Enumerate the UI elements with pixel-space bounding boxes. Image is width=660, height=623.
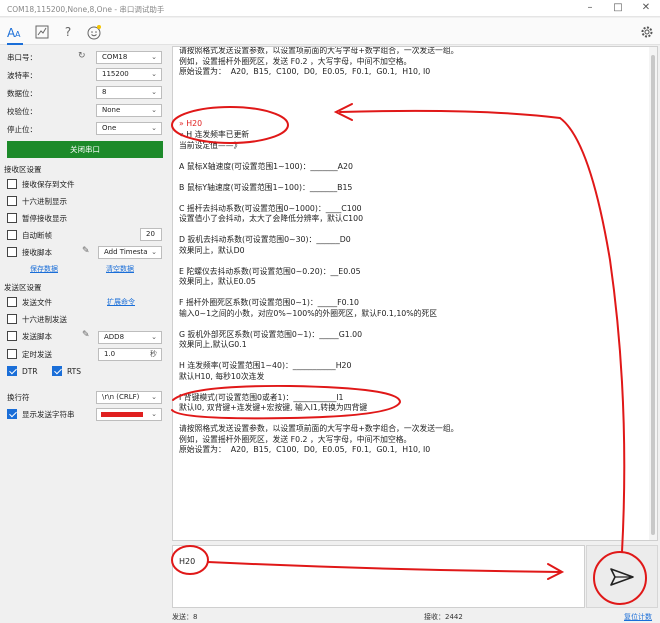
maximize-icon[interactable]: □	[604, 0, 632, 16]
receive-scrollbar[interactable]	[649, 47, 657, 540]
rts-checkbox[interactable]	[52, 366, 62, 376]
settings-gear-icon[interactable]	[638, 23, 656, 41]
minimize-icon[interactable]: –	[576, 0, 604, 16]
sent-echo-line: » H20	[179, 119, 203, 128]
baud-select[interactable]: 115200 ⌄	[96, 68, 162, 81]
send-script-option[interactable]: 发送脚本	[7, 329, 52, 343]
chart-icon[interactable]	[33, 23, 51, 41]
recv-pause-option[interactable]: 暂停接收显示	[7, 211, 67, 225]
port-row: 串口号：	[7, 50, 37, 64]
smiley-icon[interactable]	[85, 23, 103, 41]
recv-section-title: 接收区设置	[4, 165, 42, 174]
save-data-link[interactable]: 保存数据	[30, 264, 58, 274]
send-hex-checkbox[interactable]	[7, 314, 17, 324]
recv-hex-option[interactable]: 十六进制显示	[7, 194, 67, 208]
recv-pause-checkbox[interactable]	[7, 213, 17, 223]
stopbits-label: 停止位：	[7, 124, 37, 134]
dtr-checkbox[interactable]	[7, 366, 17, 376]
left-settings-panel: 串口号： ↻ COM18 ⌄ 波特率： 115200 ⌄ 数据位： 8 ⌄ 校验位： …	[0, 46, 170, 623]
send-hex-option[interactable]: 十六进制发送	[7, 312, 67, 326]
send-script-checkbox[interactable]	[7, 331, 17, 341]
send-file-option[interactable]: 发送文件	[7, 295, 52, 309]
show-send-checkbox[interactable]	[7, 409, 17, 419]
send-script-edit-icon[interactable]: ✎	[82, 330, 90, 340]
show-send-option[interactable]: 显示发送字符串	[7, 407, 75, 421]
send-plane-icon	[610, 567, 634, 586]
extend-command-link[interactable]: 扩展命令	[107, 297, 135, 307]
svg-text:A: A	[15, 30, 21, 39]
receive-header-text: 请按照格式发送设置参数，以设置项前面的大写字母+数字组合，一次发送一组。 例如，…	[179, 46, 459, 76]
help-icon[interactable]: ?	[59, 23, 77, 41]
port-label: 串口号：	[7, 52, 37, 62]
recv-save-file-option[interactable]: 接收保存到文件	[7, 177, 75, 191]
rts-option[interactable]: RTS	[52, 364, 81, 378]
auto-break-option[interactable]: 自动断帧	[7, 228, 52, 242]
clear-data-link[interactable]: 清空数据	[106, 264, 134, 274]
auto-break-checkbox[interactable]	[7, 230, 17, 240]
baud-label: 波特率：	[7, 70, 37, 80]
timed-send-option[interactable]: 定时发送	[7, 347, 52, 361]
send-script-select[interactable]: ADD8 ⌄	[98, 331, 162, 344]
send-input-area[interactable]: H20	[172, 545, 585, 608]
send-input-value: H20	[179, 557, 196, 566]
stopbits-select[interactable]: One ⌄	[96, 122, 162, 135]
status-bar: 发送：8 接收：2442 复位计数	[172, 611, 660, 623]
toolbar: AA ?	[0, 18, 660, 45]
newline-label: 换行符	[7, 392, 30, 402]
auto-break-input[interactable]: 20	[140, 228, 162, 241]
send-color-select[interactable]: ⌄	[96, 408, 162, 421]
title-bar: COM18,115200,None,8,One - 串口调试助手 – □ ✕	[0, 0, 660, 17]
window-title: COM18,115200,None,8,One - 串口调试助手	[7, 5, 165, 14]
received-count: 接收：2442	[424, 613, 463, 621]
timed-send-checkbox[interactable]	[7, 349, 17, 359]
send-section-title: 发送区设置	[4, 283, 42, 292]
dtr-option[interactable]: DTR	[7, 364, 38, 378]
font-icon[interactable]: AA	[6, 23, 24, 45]
newline-select[interactable]: \r\n (CRLF) ⌄	[96, 391, 162, 404]
recv-script-edit-icon[interactable]: ✎	[82, 246, 90, 256]
recv-save-file-checkbox[interactable]	[7, 179, 17, 189]
send-button[interactable]	[586, 545, 658, 608]
parity-select[interactable]: None ⌄	[96, 104, 162, 117]
databits-select[interactable]: 8 ⌄	[96, 86, 162, 99]
databits-label: 数据位：	[7, 88, 37, 98]
close-icon[interactable]: ✕	[632, 0, 660, 16]
reset-count-link[interactable]: 复位计数	[624, 612, 652, 622]
timed-send-input[interactable]: 1.0 秒	[98, 348, 162, 361]
close-port-button[interactable]: 关闭串口	[7, 141, 163, 158]
recv-script-select[interactable]: Add Timesta ⌄	[98, 246, 162, 259]
recv-script-option[interactable]: 接收脚本	[7, 245, 52, 259]
recv-script-checkbox[interactable]	[7, 247, 17, 257]
receive-area[interactable]: 请按照格式发送设置参数，以设置项前面的大写字母+数字组合，一次发送一组。 例如，…	[172, 46, 658, 541]
recv-hex-checkbox[interactable]	[7, 196, 17, 206]
parity-label: 校验位：	[7, 106, 37, 116]
receive-body-text: « H 连发频率已更新 当前设定值——》 A 鼠标X轴速度(可设置范围1~100…	[179, 130, 459, 454]
send-file-checkbox[interactable]	[7, 297, 17, 307]
refresh-icon[interactable]: ↻	[78, 51, 86, 61]
port-select[interactable]: COM18 ⌄	[96, 51, 162, 64]
sent-count: 发送：8	[172, 613, 198, 621]
